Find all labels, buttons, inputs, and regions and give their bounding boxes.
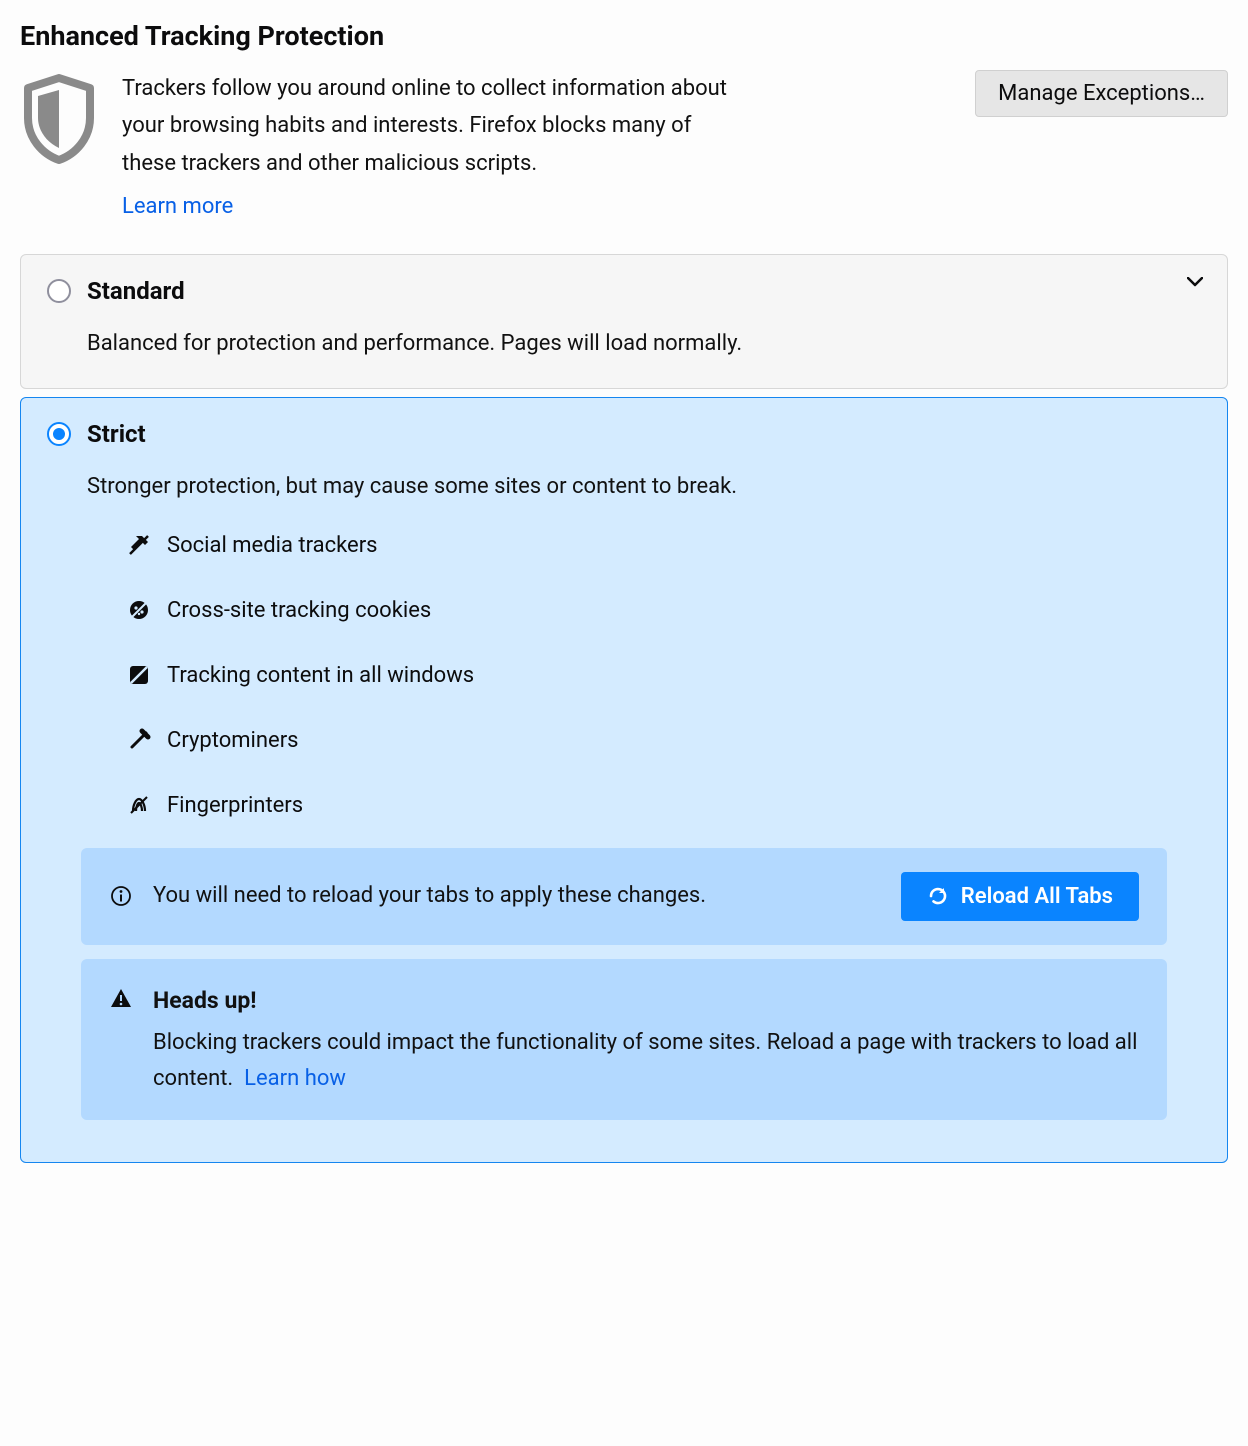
tracking-content-icon [127,663,151,687]
fingerprint-icon [127,793,151,817]
reload-notice: You will need to reload your tabs to app… [81,848,1167,945]
feature-social: Social media trackers [127,533,1201,558]
reload-icon [927,885,949,907]
cryptominer-icon [127,728,151,752]
reload-notice-text: You will need to reload your tabs to app… [153,878,881,913]
shield-icon [20,70,98,164]
header-row: Trackers follow you around online to col… [20,70,1228,226]
warning-icon [109,983,133,1009]
chevron-down-icon[interactable] [1187,277,1203,287]
feature-crypto: Cryptominers [127,728,1201,753]
feature-fingerprint: Fingerprinters [127,793,1201,818]
option-strict[interactable]: Strict Stronger protection, but may caus… [20,397,1228,1163]
reload-all-tabs-button[interactable]: Reload All Tabs [901,872,1139,921]
feature-label: Cross-site tracking cookies [167,598,431,623]
feature-label: Tracking content in all windows [167,663,474,688]
feature-label: Social media trackers [167,533,378,558]
description-text: Trackers follow you around online to col… [122,70,742,226]
option-standard-desc: Balanced for protection and performance.… [87,327,1201,360]
manage-exceptions-button[interactable]: Manage Exceptions… [975,70,1228,117]
description-paragraph: Trackers follow you around online to col… [122,70,742,182]
radio-standard[interactable] [47,279,71,303]
option-strict-desc: Stronger protection, but may cause some … [87,470,1201,503]
social-tracker-icon [127,533,151,557]
feature-label: Fingerprinters [167,793,303,818]
page-title: Enhanced Tracking Protection [20,20,1228,52]
feature-content: Tracking content in all windows [127,663,1201,688]
cookie-icon [127,598,151,622]
heads-up-notice: Heads up! Blocking trackers could impact… [81,959,1167,1120]
radio-strict[interactable] [47,422,71,446]
option-standard-title: Standard [87,277,185,305]
info-icon [109,885,133,907]
strict-feature-list: Social media trackers Cross-site trackin… [127,533,1201,818]
reload-button-label: Reload All Tabs [961,884,1113,909]
learn-how-link[interactable]: Learn how [244,1066,346,1091]
learn-more-link[interactable]: Learn more [122,194,233,219]
heads-up-title: Heads up! [153,987,257,1014]
feature-label: Cryptominers [167,728,299,753]
feature-cookies: Cross-site tracking cookies [127,598,1201,623]
option-standard[interactable]: Standard Balanced for protection and per… [20,254,1228,389]
option-strict-title: Strict [87,420,146,448]
